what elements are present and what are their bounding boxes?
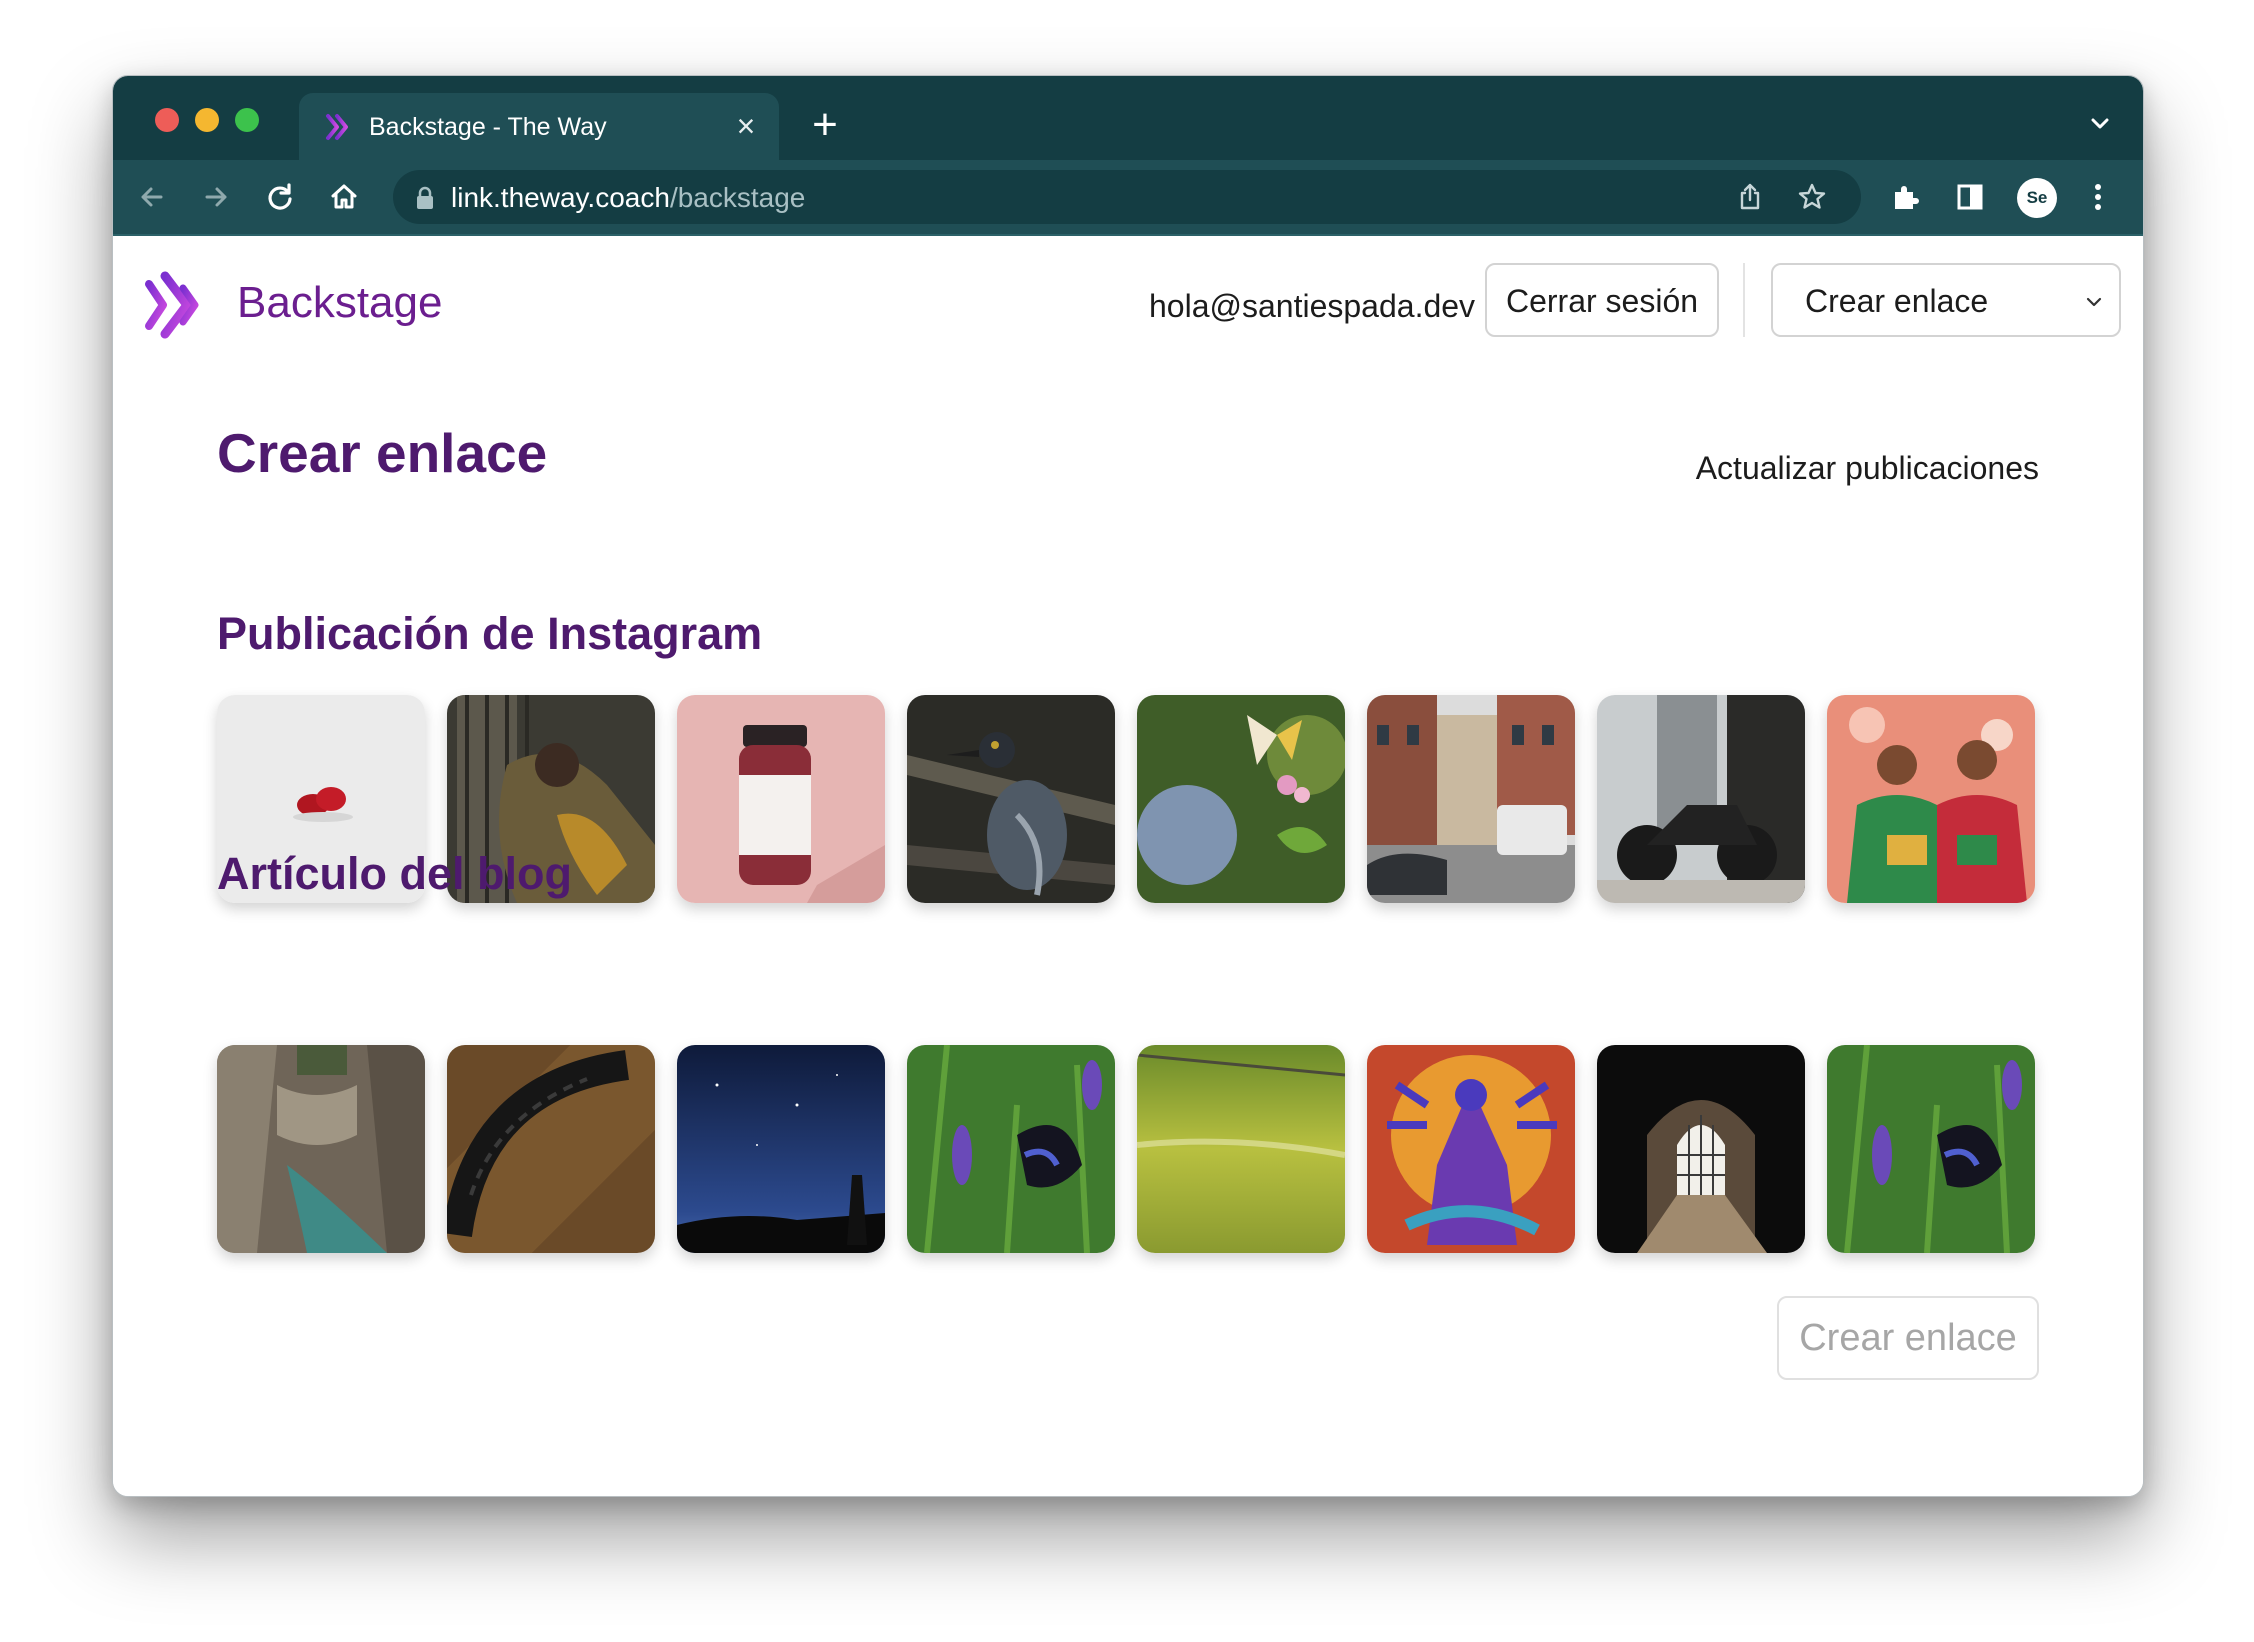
refresh-posts-link[interactable]: Actualizar publicaciones	[1696, 450, 2039, 487]
side-panel-icon[interactable]	[1951, 178, 1989, 216]
close-icon[interactable]: ×	[731, 110, 761, 142]
page-title: Crear enlace	[217, 422, 548, 484]
profile-avatar[interactable]: Se	[2017, 178, 2057, 218]
home-icon[interactable]	[325, 178, 363, 216]
reload-icon[interactable]	[261, 178, 299, 216]
menu-dots-icon[interactable]	[2079, 178, 2117, 216]
arrow-right-icon[interactable]	[197, 178, 235, 216]
thumbnail-street-houses-photo[interactable]	[1367, 695, 1575, 903]
url-host: link.theway.coach	[451, 182, 670, 213]
backstage-logo-icon	[325, 113, 355, 141]
share-icon[interactable]	[1733, 180, 1767, 214]
tab-strip: Backstage - The Way × +	[113, 76, 2143, 160]
thumbnail-butterfly-flowers-photo[interactable]	[1137, 695, 1345, 903]
thumbnail-motorcycle-photo[interactable]	[1597, 695, 1805, 903]
maximize-window-button[interactable]	[235, 108, 259, 132]
url-text[interactable]: link.theway.coach/backstage	[451, 182, 805, 214]
extensions-icon[interactable]	[1887, 178, 1925, 216]
logout-button[interactable]: Cerrar sesión	[1485, 263, 1719, 337]
section-title-blog: Artículo del blog	[217, 848, 572, 899]
thumbnail-butterfly-lavender-photo[interactable]	[1827, 1045, 2035, 1253]
thumbnail-supplement-jar-photo[interactable]	[677, 695, 885, 903]
browser-window: Backstage - The Way × + link.theway.coac…	[112, 75, 2144, 1497]
minimize-window-button[interactable]	[195, 108, 219, 132]
thumbnail-bike-tire-photo[interactable]	[447, 1045, 655, 1253]
lock-icon[interactable]	[415, 186, 435, 210]
close-window-button[interactable]	[155, 108, 179, 132]
browser-toolbar: link.theway.coach/backstage Se	[113, 160, 2143, 236]
plus-icon[interactable]: +	[805, 103, 845, 147]
page-content: Backstage hola@santiespada.dev Cerrar se…	[113, 236, 2143, 1496]
action-select-value: Crear enlace	[1805, 283, 1989, 319]
chevron-down-icon	[2085, 295, 2103, 307]
user-email: hola@santiespada.dev	[1149, 288, 1476, 324]
thumbnail-night-sky-photo[interactable]	[677, 1045, 885, 1253]
thumbnail-church-window-photo[interactable]	[1597, 1045, 1805, 1253]
section-title-instagram: Publicación de Instagram	[217, 608, 763, 659]
brand-name[interactable]: Backstage	[237, 278, 442, 328]
star-icon[interactable]	[1795, 180, 1829, 214]
tab-title: Backstage - The Way	[369, 113, 607, 141]
thumbnail-butterfly-lavender-photo[interactable]	[907, 1045, 1115, 1253]
thumbnail-deity-statue-photo[interactable]	[1367, 1045, 1575, 1253]
thumbnail-sunlit-stream-photo[interactable]	[1137, 1045, 1345, 1253]
backstage-logo-icon[interactable]	[141, 270, 207, 340]
tab-backstage[interactable]: Backstage - The Way ×	[299, 93, 779, 160]
thumbnail-canyon-river-photo[interactable]	[217, 1045, 425, 1253]
address-bar[interactable]: link.theway.coach/backstage	[393, 170, 1861, 224]
chevron-down-icon[interactable]	[2085, 112, 2115, 136]
url-path: /backstage	[669, 182, 806, 213]
thumbnail-dancers-photo[interactable]	[1827, 695, 2035, 903]
create-link-button[interactable]: Crear enlace	[1777, 1296, 2039, 1380]
arrow-left-icon[interactable]	[133, 178, 171, 216]
header-divider	[1743, 263, 1745, 337]
action-select[interactable]: Crear enlace	[1771, 263, 2121, 337]
thumbnail-heron-photo[interactable]	[907, 695, 1115, 903]
blog-post-grid	[217, 1045, 2047, 1255]
